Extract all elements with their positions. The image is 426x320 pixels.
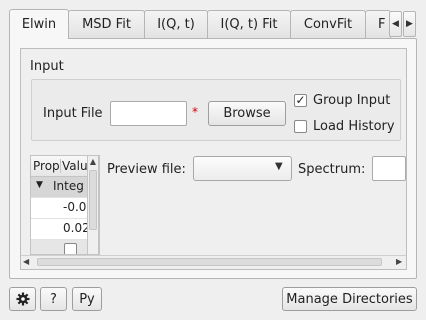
tab-convfit[interactable]: ConvFit — [290, 10, 366, 38]
help-button[interactable]: ? — [40, 287, 67, 311]
preview-file-combobox[interactable]: ▼ — [193, 156, 292, 181]
tab-partial[interactable]: F — [365, 10, 391, 38]
scroll-area: Input Input File * Browse ✓ Group Input … — [20, 48, 407, 270]
scroll-up-icon: ▲ — [89, 157, 97, 166]
input-section-title: Input — [30, 59, 64, 74]
tab-elwin[interactable]: Elwin — [9, 9, 69, 39]
column-header-value[interactable]: Valu — [62, 159, 88, 173]
tree-scrollbar[interactable]: ▲ — [87, 155, 99, 255]
row-checkbox[interactable] — [64, 243, 77, 254]
load-history-label: Load History — [313, 119, 395, 134]
group-input-checkbox[interactable]: ✓ — [294, 94, 307, 107]
preview-file-label: Preview file: — [107, 162, 186, 177]
chevron-down-icon: ▼ — [275, 161, 283, 172]
tab-msd-fit[interactable]: MSD Fit — [68, 10, 145, 38]
expand-down-icon: ▼ — [36, 180, 43, 190]
spectrum-label: Spectrum: — [298, 162, 366, 177]
tab-label: I(Q, t) Fit — [220, 17, 278, 32]
tab-label: ConvFit — [303, 17, 353, 32]
tree-scroll-handle[interactable] — [89, 170, 97, 230]
browse-button[interactable]: Browse — [208, 101, 286, 126]
chevron-right-icon: ▶ — [406, 19, 413, 29]
tab-label: F — [378, 17, 386, 32]
group-input-label: Group Input — [313, 93, 391, 108]
tab-scroll-left-button[interactable]: ◀ — [389, 11, 402, 37]
python-button-label: Py — [79, 291, 95, 307]
python-button[interactable]: Py — [72, 287, 102, 311]
input-groupbox: Input File * Browse ✓ Group Input Load H… — [31, 79, 401, 141]
browse-button-label: Browse — [223, 106, 271, 121]
manage-directories-label: Manage Directories — [286, 291, 413, 307]
load-history-checkbox[interactable] — [294, 120, 307, 133]
spectrum-spinbox[interactable] — [372, 156, 406, 181]
tab-label: I(Q, t) — [157, 17, 195, 32]
tab-scroll-right-button[interactable]: ▶ — [403, 11, 416, 37]
horizontal-scrollbar[interactable]: ◀ ▶ — [21, 255, 406, 269]
horizontal-scroll-handle[interactable] — [37, 258, 382, 266]
scroll-left-icon[interactable]: ◀ — [23, 256, 29, 268]
gear-icon — [16, 292, 29, 306]
tab-iqt[interactable]: I(Q, t) — [144, 10, 208, 38]
manage-directories-button[interactable]: Manage Directories — [282, 287, 417, 311]
help-button-label: ? — [50, 291, 57, 307]
column-header-property[interactable]: Prop — [33, 159, 61, 173]
tab-label: MSD Fit — [82, 17, 131, 32]
tab-iqt-fit[interactable]: I(Q, t) Fit — [207, 10, 291, 38]
required-marker: * — [192, 105, 198, 119]
input-file-field[interactable] — [110, 101, 187, 126]
scroll-right-icon[interactable]: ▶ — [396, 256, 402, 268]
input-file-label: Input File — [43, 106, 103, 121]
tree-group-label: Integ — [53, 179, 84, 193]
row-value: -0.0 — [63, 200, 87, 214]
tab-label: Elwin — [21, 17, 57, 32]
settings-button[interactable] — [9, 287, 36, 311]
row-value: 0.02 — [63, 221, 90, 235]
chevron-left-icon: ◀ — [392, 19, 399, 29]
checkmark-icon: ✓ — [295, 93, 306, 107]
